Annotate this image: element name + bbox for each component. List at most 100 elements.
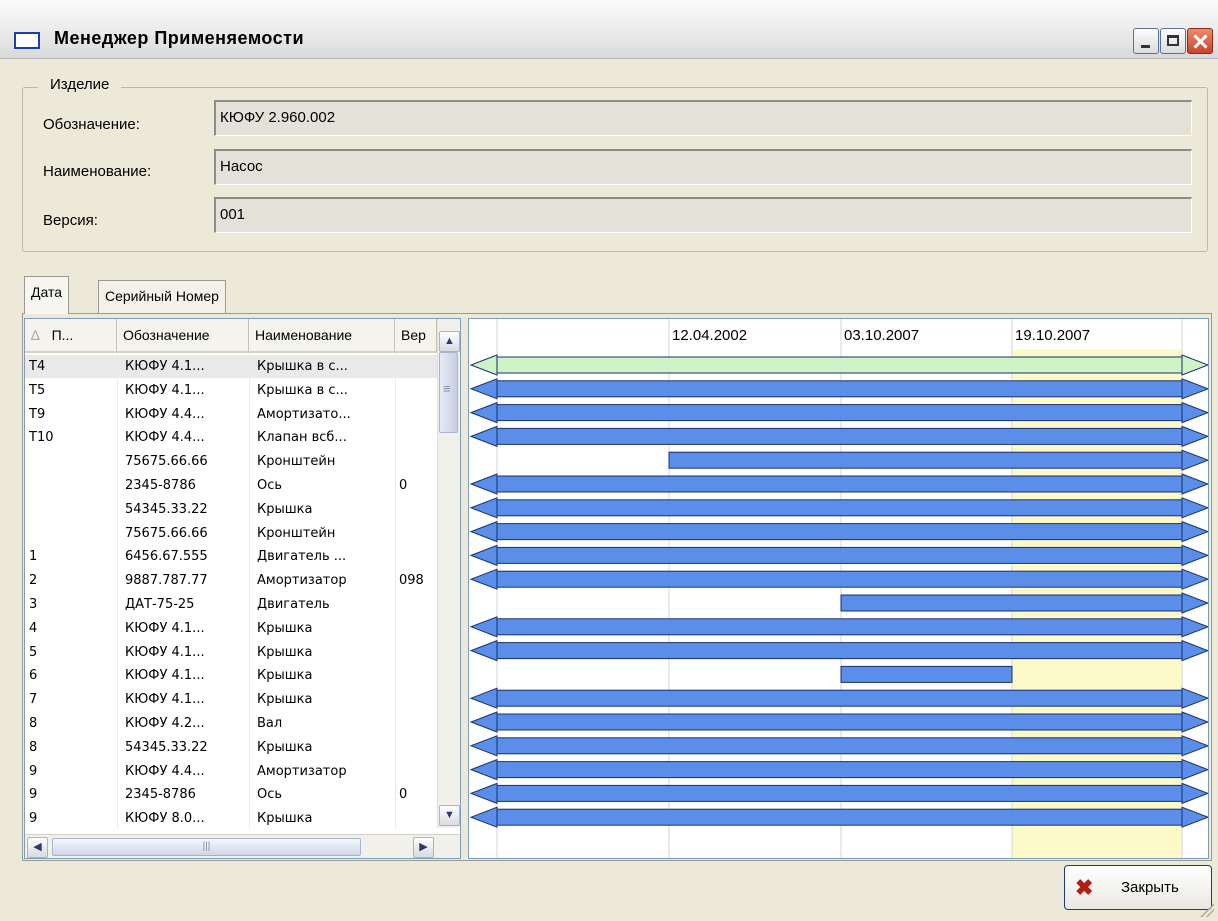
bar-left-arrow xyxy=(469,687,498,709)
cell-position: 3 xyxy=(29,597,38,612)
table-row[interactable]: 9 КЮФУ 4.4... Амортизатор xyxy=(25,760,437,783)
cell-name: Кронштейн xyxy=(257,454,336,470)
bar-left-arrow xyxy=(469,758,498,781)
timeline-bar xyxy=(496,356,1183,374)
cell-designation: 54345.33.22 xyxy=(125,739,208,755)
table-row[interactable]: 9 КЮФУ 8.0... Крышка xyxy=(25,807,437,830)
bar-right-arrow xyxy=(1181,449,1208,471)
timeline-svg xyxy=(469,319,1208,858)
bar-right-arrow xyxy=(1181,758,1208,781)
horizontal-scrollbar[interactable]: ◀ ||| ▶ xyxy=(25,834,460,858)
window-icon xyxy=(14,32,40,49)
close-x-icon: ✖ xyxy=(1075,875,1094,900)
bar-left-arrow xyxy=(469,497,498,519)
name-field[interactable]: Насос xyxy=(214,149,1192,185)
cell-designation: КЮФУ 8.0... xyxy=(125,811,205,827)
bar-left-arrow xyxy=(469,378,498,400)
cell-designation: ДАТ-75-25 xyxy=(125,597,195,612)
table-row[interactable]: 2345-8786 Ось 0 xyxy=(25,474,437,497)
table-row[interactable]: 75675.66.66 Кронштейн xyxy=(25,522,437,545)
cell-designation: КЮФУ 4.1... xyxy=(125,668,205,684)
bar-left-arrow xyxy=(469,735,498,757)
table-row[interactable]: T10 КЮФУ 4.4... Клапан всб... xyxy=(25,426,437,449)
maximize-icon[interactable] xyxy=(1160,28,1186,54)
column-header-version[interactable]: Вер xyxy=(395,319,437,353)
cell-designation: КЮФУ 4.1... xyxy=(125,359,205,374)
cell-designation: КЮФУ 4.4... xyxy=(125,763,205,779)
column-header-position[interactable]: ∆ П... xyxy=(25,319,117,353)
column-header-name[interactable]: Наименование xyxy=(249,319,395,353)
table-row[interactable]: 8 КЮФУ 4.2... Вал xyxy=(25,712,437,735)
bar-right-arrow xyxy=(1181,425,1208,448)
version-label: Версия: xyxy=(43,212,98,229)
column-header-designation[interactable]: Обозначение xyxy=(117,319,249,353)
close-icon[interactable] xyxy=(1187,28,1213,54)
cell-position: 9 xyxy=(29,811,38,827)
cell-name: Кронштейн xyxy=(257,525,336,541)
close-button[interactable]: ✖ Закрыть xyxy=(1064,865,1212,910)
table-row[interactable]: T9 КЮФУ 4.4... Амортизато... xyxy=(25,403,437,426)
bar-left-arrow xyxy=(469,473,498,495)
bar-right-arrow xyxy=(1181,544,1208,567)
vertical-scrollbar[interactable]: ▲ ▼ xyxy=(437,319,460,828)
table-row[interactable]: 5 КЮФУ 4.1... Крышка xyxy=(25,641,437,664)
title-bar[interactable]: Менеджер Применяемости xyxy=(0,0,1218,59)
cell-name: Крышка xyxy=(257,739,313,755)
scroll-right-icon[interactable]: ▶ xyxy=(413,837,434,858)
horizontal-scroll-thumb[interactable]: ||| xyxy=(52,838,361,856)
bar-right-arrow xyxy=(1181,592,1208,614)
cell-position: T5 xyxy=(29,382,46,398)
timeline-bar xyxy=(496,570,1183,588)
resize-grip[interactable] xyxy=(1200,903,1214,917)
cell-name: Крышка xyxy=(257,501,313,517)
cell-name: Крышка xyxy=(257,692,313,708)
scroll-left-icon[interactable]: ◀ xyxy=(27,837,48,858)
table-row[interactable]: 9 2345-8786 Ось 0 xyxy=(25,783,437,806)
tab-serial-number[interactable]: Серийный Номер xyxy=(98,280,226,313)
table-row[interactable]: 6 КЮФУ 4.1... Крышка xyxy=(25,664,437,687)
minimize-icon[interactable] xyxy=(1133,28,1159,54)
table-row[interactable]: 2 9887.787.77 Амортизатор 098 xyxy=(25,569,437,592)
bar-right-arrow xyxy=(1181,616,1208,638)
items-table[interactable]: ∆ П... Обозначение Наименование Вер T4 КЮФ… xyxy=(24,318,461,859)
scroll-thumb[interactable] xyxy=(439,352,458,433)
cell-position: 9 xyxy=(29,763,38,779)
designation-field[interactable]: КЮФУ 2.960.002 xyxy=(214,100,1192,136)
table-row[interactable]: 75675.66.66 Кронштейн xyxy=(25,450,437,473)
cell-name: Амортизатор xyxy=(257,763,347,779)
cell-designation: 6456.67.555 xyxy=(125,549,208,565)
cell-version: 0 xyxy=(399,787,408,803)
bar-left-arrow xyxy=(469,568,498,590)
table-row[interactable]: 3 ДАТ-75-25 Двигатель xyxy=(25,593,437,616)
bar-left-arrow xyxy=(469,782,498,805)
table-row[interactable]: 1 6456.67.555 Двигатель ... xyxy=(25,545,437,568)
timeline-bar xyxy=(496,737,1183,755)
bar-right-arrow xyxy=(1181,711,1208,733)
cell-designation: КЮФУ 4.1... xyxy=(125,644,205,660)
timeline-chart[interactable]: 12.04.2002 03.10.2007 19.10.2007 xyxy=(468,318,1209,859)
cell-position: T9 xyxy=(29,406,46,422)
cell-designation: КЮФУ 4.1... xyxy=(125,692,205,708)
timeline-bar xyxy=(840,594,1183,612)
timeline-bar xyxy=(496,427,1183,445)
bar-right-arrow xyxy=(1181,520,1208,543)
table-row[interactable]: T4 КЮФУ 4.1... Крышка в с... xyxy=(25,355,437,378)
timeline-date-label: 19.10.2007 xyxy=(1015,327,1091,344)
table-row[interactable]: 4 КЮФУ 4.1... Крышка xyxy=(25,617,437,640)
scroll-down-icon[interactable]: ▼ xyxy=(439,805,460,826)
timeline-bar xyxy=(496,689,1183,707)
scroll-up-icon[interactable]: ▲ xyxy=(439,331,460,352)
cell-designation: 54345.33.22 xyxy=(125,501,208,517)
bar-left-arrow xyxy=(469,401,498,424)
table-row[interactable]: 7 КЮФУ 4.1... Крышка xyxy=(25,688,437,711)
cell-designation: КЮФУ 4.4... xyxy=(125,406,205,422)
tab-date[interactable]: Дата xyxy=(24,276,70,314)
table-row[interactable]: T5 КЮФУ 4.1... Крышка в с... xyxy=(25,379,437,402)
cell-version: 0 xyxy=(399,478,408,493)
cell-designation: КЮФУ 4.2... xyxy=(125,716,205,731)
version-field[interactable]: 001 xyxy=(214,197,1192,233)
table-row[interactable]: 54345.33.22 Крышка xyxy=(25,498,437,521)
bar-left-arrow xyxy=(469,520,498,543)
table-row[interactable]: 8 54345.33.22 Крышка xyxy=(25,736,437,759)
cell-designation: 75675.66.66 xyxy=(125,525,208,541)
